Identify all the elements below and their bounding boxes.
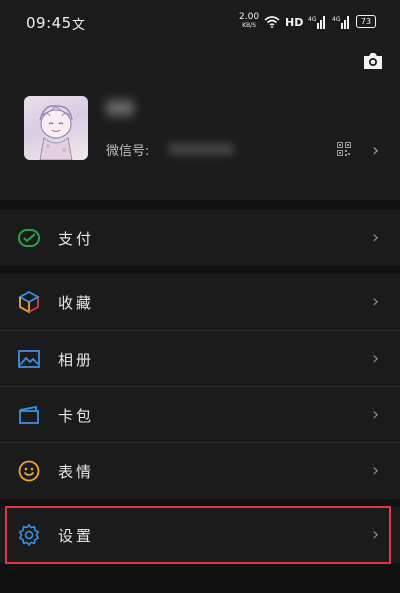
menu-label-album: 相册	[58, 351, 95, 369]
menu-item-cards[interactable]: 卡包 ›	[0, 387, 400, 443]
chevron-right-icon: ›	[372, 227, 380, 248]
signal-icon-2: 4G	[332, 16, 349, 29]
network-type-label: 4G	[308, 16, 317, 23]
card-wallet-icon	[19, 405, 39, 424]
network-speed: 2.00 KB/S	[239, 12, 260, 30]
network-speed-value: 2.00	[239, 12, 260, 22]
nickname-blurred	[106, 100, 134, 116]
chevron-right-icon: ›	[372, 460, 380, 481]
hd-indicator: HD	[285, 16, 304, 29]
album-icon	[18, 350, 40, 368]
notification-icon: 文	[72, 18, 86, 33]
signal-icon: 4G	[308, 16, 325, 29]
menu-label-favorites: 收藏	[58, 294, 95, 312]
battery-indicator: 73	[356, 15, 376, 28]
menu-label-pay: 支付	[58, 230, 95, 248]
status-bar: 09:45 文 2.00 KB/S HD 4G 4G 73	[0, 0, 400, 48]
menu-item-pay[interactable]: 支付 ›	[0, 210, 400, 266]
menu-label-stickers: 表情	[58, 463, 95, 481]
menu-label-cards: 卡包	[58, 407, 95, 425]
settings-highlight-box	[5, 506, 391, 564]
avatar-illustration	[39, 105, 73, 160]
network-speed-unit: KB/S	[242, 22, 256, 29]
profile-header[interactable]: 微信号: ›	[0, 48, 400, 200]
network-type-label-2: 4G	[332, 16, 341, 23]
avatar[interactable]	[24, 96, 88, 160]
wechat-id-blurred	[168, 143, 234, 155]
chevron-right-icon: ›	[372, 140, 380, 161]
menu-item-album[interactable]: 相册 ›	[0, 331, 400, 387]
menu-item-favorites[interactable]: 收藏 ›	[0, 274, 400, 330]
wifi-icon	[264, 16, 280, 28]
chevron-right-icon: ›	[372, 291, 380, 312]
clock: 09:45	[26, 14, 72, 32]
menu-item-stickers[interactable]: 表情 ›	[0, 443, 400, 499]
smiley-icon	[18, 460, 40, 482]
chevron-right-icon: ›	[372, 404, 380, 425]
chevron-right-icon: ›	[372, 348, 380, 369]
wechat-id-label: 微信号:	[106, 144, 150, 159]
camera-icon[interactable]	[362, 52, 384, 70]
pay-icon	[18, 229, 40, 247]
favorites-cube-icon	[18, 290, 40, 314]
qr-code-icon[interactable]	[337, 142, 351, 156]
